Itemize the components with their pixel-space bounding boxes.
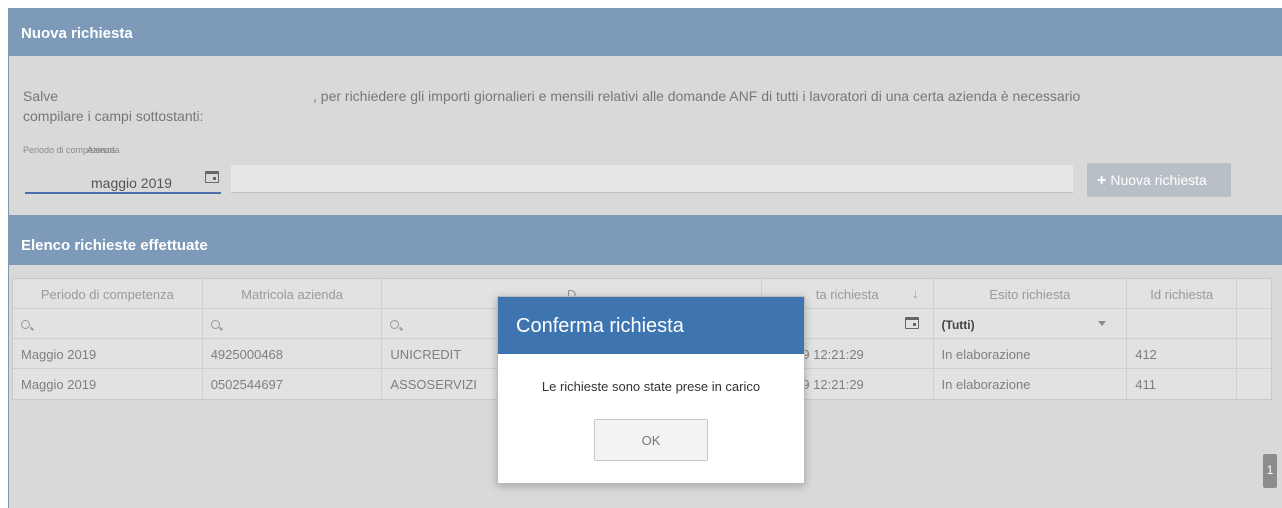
pagination-page-button[interactable]: 1 — [1263, 454, 1277, 488]
filter-id[interactable] — [1127, 309, 1238, 338]
ok-button[interactable]: OK — [594, 419, 708, 461]
search-icon — [210, 320, 220, 329]
column-header-date-label: ta richiesta — [815, 287, 879, 302]
new-request-button[interactable]: + Nuova richiesta — [1087, 163, 1231, 197]
intro-text-continued: compilare i campi sottostanti: — [23, 108, 204, 124]
cell-outcome: In elaborazione — [934, 339, 1128, 368]
new-request-panel-body: Salve , per richiedere gli importi giorn… — [9, 56, 1282, 215]
chevron-down-icon — [1098, 321, 1107, 326]
column-header-matricola[interactable]: Matricola azienda — [203, 279, 383, 308]
period-value: maggio 2019 — [91, 175, 172, 191]
cell-spacer — [1237, 339, 1271, 368]
cell-id: 411 — [1127, 369, 1238, 399]
column-header-outcome[interactable]: Esito richiesta — [934, 279, 1128, 308]
cell-period: Maggio 2019 — [13, 369, 203, 399]
company-input[interactable] — [231, 165, 1073, 193]
filter-spacer — [1237, 309, 1271, 338]
column-header-spacer — [1237, 279, 1271, 308]
filter-matricola[interactable] — [203, 309, 383, 338]
search-icon — [21, 320, 30, 329]
period-date-input[interactable]: maggio 2019 — [25, 166, 221, 194]
sort-down-icon[interactable]: ↓ — [912, 286, 919, 301]
requests-list-panel-title: Elenco richieste effettuate — [21, 237, 208, 254]
filter-outcome-select[interactable]: (Tutti) — [934, 309, 1128, 338]
dialog-title: Conferma richiesta — [498, 297, 804, 354]
cell-matricola: 0502544697 — [203, 369, 383, 399]
cell-matricola: 4925000468 — [203, 339, 383, 368]
greeting-text: Salve — [23, 88, 59, 104]
intro-text: , per richiedere gli importi giornalieri… — [313, 88, 1081, 104]
dialog-message: Le richieste sono state prese in carico — [541, 379, 761, 394]
confirm-dialog: Conferma richiesta Le richieste sono sta… — [497, 296, 805, 484]
new-request-panel-header: Nuova richiesta — [9, 8, 1282, 56]
filter-period[interactable] — [13, 309, 203, 338]
filter-outcome-value: (Tutti) — [941, 318, 975, 332]
company-field-label: Azienda — [87, 145, 120, 155]
calendar-icon[interactable] — [904, 317, 919, 329]
new-request-button-label: Nuova richiesta — [1110, 172, 1207, 188]
requests-list-panel-header: Elenco richieste effettuate — [9, 215, 1282, 265]
cell-spacer — [1237, 369, 1271, 399]
cell-id: 412 — [1127, 339, 1238, 368]
calendar-icon[interactable] — [205, 171, 219, 183]
cell-outcome: In elaborazione — [934, 369, 1128, 399]
cell-period: Maggio 2019 — [13, 339, 203, 368]
column-header-id[interactable]: Id richiesta — [1127, 279, 1238, 308]
plus-icon: + — [1097, 172, 1107, 189]
search-icon — [390, 320, 400, 329]
new-request-panel-title: Nuova richiesta — [21, 25, 133, 42]
column-header-period[interactable]: Periodo di competenza — [13, 279, 203, 308]
